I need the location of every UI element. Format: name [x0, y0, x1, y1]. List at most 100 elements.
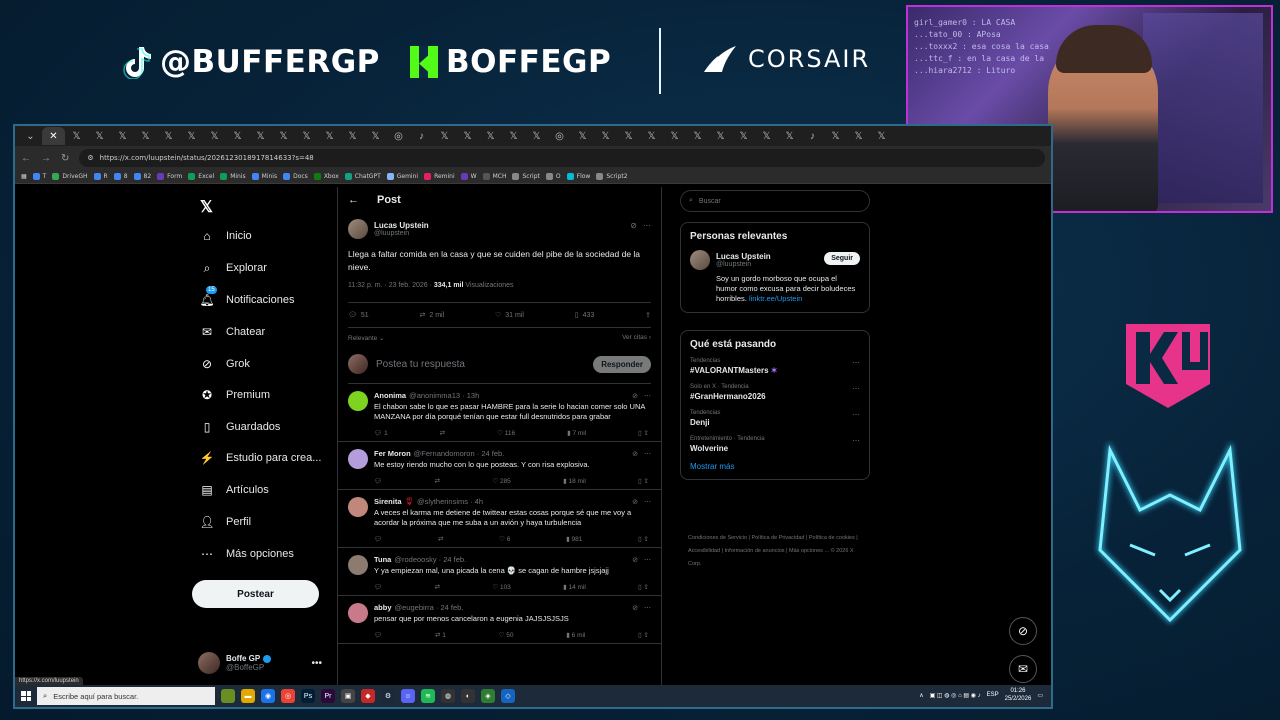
browser-tab[interactable]: 𝕏	[479, 127, 502, 145]
tray-chevron-icon[interactable]: ∧	[919, 692, 923, 699]
browser-tab[interactable]: 𝕏	[65, 127, 88, 145]
reply-item[interactable]: abby @eugebirra · 24 feb. pensar que por…	[338, 596, 661, 644]
bookmark-icon[interactable]: ▯ ⇪	[638, 535, 649, 543]
quotes-link[interactable]: Ver citas ›	[622, 334, 651, 342]
post-button[interactable]: Postear	[192, 580, 319, 608]
browser-tab[interactable]: 𝕏	[226, 127, 249, 145]
browser-tab[interactable]: 𝕏	[295, 127, 318, 145]
nav-mas-opciones[interactable]: ⋯ Más opciones	[200, 547, 294, 561]
like-button[interactable]: ♡ 31 mil	[495, 311, 524, 320]
reply-item[interactable]: Tuna @rodeoosky · 24 feb. Y ya empiezan …	[338, 548, 661, 596]
browser-tab[interactable]: 𝕏	[870, 127, 893, 145]
app-icon[interactable]: ◈	[481, 689, 495, 703]
browser-tab[interactable]: 𝕏	[111, 127, 134, 145]
bookmark-item[interactable]: MCH	[482, 173, 506, 180]
views-icon[interactable]: ▮ 14 mil	[563, 583, 586, 591]
app-icon[interactable]: ◇	[501, 689, 515, 703]
browser-tab[interactable]: 𝕏	[433, 127, 456, 145]
notification-center-icon[interactable]: ▭	[1037, 692, 1043, 699]
browser-tab[interactable]: 𝕏	[617, 127, 640, 145]
nav-guardados[interactable]: ▯ Guardados	[200, 420, 281, 434]
browser-tab[interactable]: 𝕏	[88, 127, 111, 145]
browser-tab[interactable]: 𝕏	[640, 127, 663, 145]
reply-button[interactable]: 💬︎ 51	[348, 311, 369, 320]
browser-tab[interactable]: 𝕏	[778, 127, 801, 145]
widget-icon[interactable]	[221, 689, 235, 703]
nav-estudio[interactable]: ⚡ Estudio para crea...	[200, 451, 322, 465]
grok-icon[interactable]: ⊘	[630, 221, 637, 230]
browser-tab[interactable]: ◎	[548, 127, 571, 145]
more-icon[interactable]: ⋯	[852, 358, 860, 367]
browser-tab[interactable]: 𝕏	[180, 127, 203, 145]
bookmark-item[interactable]: Xbox	[313, 173, 339, 180]
reply-submit-button[interactable]: Responder	[593, 355, 651, 373]
relevant-name[interactable]: Lucas Upstein	[716, 252, 771, 261]
heart-icon[interactable]: ♡ 116	[497, 429, 515, 437]
back-icon[interactable]: ←	[21, 153, 31, 164]
heart-icon[interactable]: ♡ 50	[499, 631, 514, 639]
grok-icon[interactable]: ⊘	[632, 556, 638, 564]
trend-item[interactable]: Tendencias #VALORANTMasters ✶ ⋯	[690, 358, 860, 375]
bookmark-item[interactable]: Form	[157, 173, 182, 180]
heart-icon[interactable]: ♡ 103	[492, 583, 511, 591]
browser-tab[interactable]: 𝕏	[594, 127, 617, 145]
reply-icon[interactable]: 💬︎	[374, 477, 382, 485]
bookmark-item[interactable]: R	[93, 173, 108, 180]
grok-float-icon[interactable]: ⊘	[1009, 617, 1037, 645]
browser-tab[interactable]: 𝕏	[272, 127, 295, 145]
premiere-icon[interactable]: Pr	[321, 689, 335, 703]
app-icon[interactable]: ▣	[341, 689, 355, 703]
footer-links[interactable]: Condiciones de Servicio | Política de Pr…	[688, 532, 868, 571]
reload-icon[interactable]: ↻	[61, 153, 69, 164]
bookmark-item[interactable]: Script	[512, 173, 540, 180]
nav-notificaciones[interactable]: 🔔︎ 15 Notificaciones	[199, 286, 294, 307]
more-icon[interactable]: ⋯	[644, 604, 651, 612]
site-info-icon[interactable]: ⚙	[87, 154, 93, 162]
bookmark-item[interactable]: 82	[133, 173, 151, 180]
obs-icon[interactable]: ◍	[441, 689, 455, 703]
avatar[interactable]	[348, 449, 368, 469]
reply-icon[interactable]: 💬︎	[374, 535, 382, 543]
forward-icon[interactable]: →	[41, 153, 51, 164]
browser-tab[interactable]: 𝕏	[686, 127, 709, 145]
bookmark-item[interactable]: W	[460, 173, 477, 180]
more-icon[interactable]: ⋯	[852, 410, 860, 419]
trend-item[interactable]: Solo en X · Tendencia #GranHermano2026 ⋯	[690, 384, 860, 401]
reply-icon[interactable]: 💬︎ 1	[374, 429, 388, 437]
browser-tab[interactable]: 𝕏	[364, 127, 387, 145]
nav-articulos[interactable]: ▤ Artículos	[200, 483, 268, 497]
bookmark-item[interactable]: Script2	[596, 173, 628, 180]
bookmark-item[interactable]: T	[32, 173, 46, 180]
browser-tab[interactable]: 𝕏	[525, 127, 548, 145]
more-icon[interactable]: ⋯	[644, 392, 651, 400]
views-icon[interactable]: ▮ 981	[566, 535, 582, 543]
bookmark-icon[interactable]: ▯ ⇪	[638, 583, 649, 591]
browser-tab[interactable]: 𝕏	[341, 127, 364, 145]
browser-tab[interactable]: ◎	[387, 127, 410, 145]
browser-tab[interactable]: 𝕏	[847, 127, 870, 145]
reply-item[interactable]: Sirenita 🌹︎ @slytherinsims · 4h A veces …	[338, 490, 661, 548]
repost-icon[interactable]: ⇄ 1	[435, 631, 446, 639]
browser-tab[interactable]: 𝕏	[663, 127, 686, 145]
repost-icon[interactable]: ⇄	[435, 583, 440, 591]
more-icon[interactable]: ⋯	[644, 498, 651, 506]
spotify-icon[interactable]: ≋	[421, 689, 435, 703]
avatar[interactable]	[348, 497, 368, 517]
repost-button[interactable]: ⇄ 2 mil	[420, 311, 445, 320]
bookmark-item[interactable]: 8	[113, 173, 128, 180]
heart-icon[interactable]: ♡ 6	[499, 535, 510, 543]
bio-link[interactable]: linktr.ee/Upstein	[749, 294, 802, 303]
browser-tab[interactable]: 𝕏	[157, 127, 180, 145]
browser-tab[interactable]: 𝕏	[502, 127, 525, 145]
grok-icon[interactable]: ⊘	[632, 450, 638, 458]
browser-tab[interactable]: 𝕏	[571, 127, 594, 145]
nav-explorar[interactable]: ⌕ Explorar	[200, 261, 267, 275]
share-button[interactable]: ⇪	[645, 311, 651, 319]
browser-tab[interactable]: 𝕏	[709, 127, 732, 145]
avatar[interactable]	[348, 391, 368, 411]
bookmark-item[interactable]: Gemini	[386, 173, 418, 180]
avatar[interactable]	[690, 250, 710, 270]
grok-icon[interactable]: ⊘	[632, 498, 638, 506]
avatar[interactable]	[348, 603, 368, 623]
author-handle[interactable]: @luupstein	[374, 230, 429, 237]
